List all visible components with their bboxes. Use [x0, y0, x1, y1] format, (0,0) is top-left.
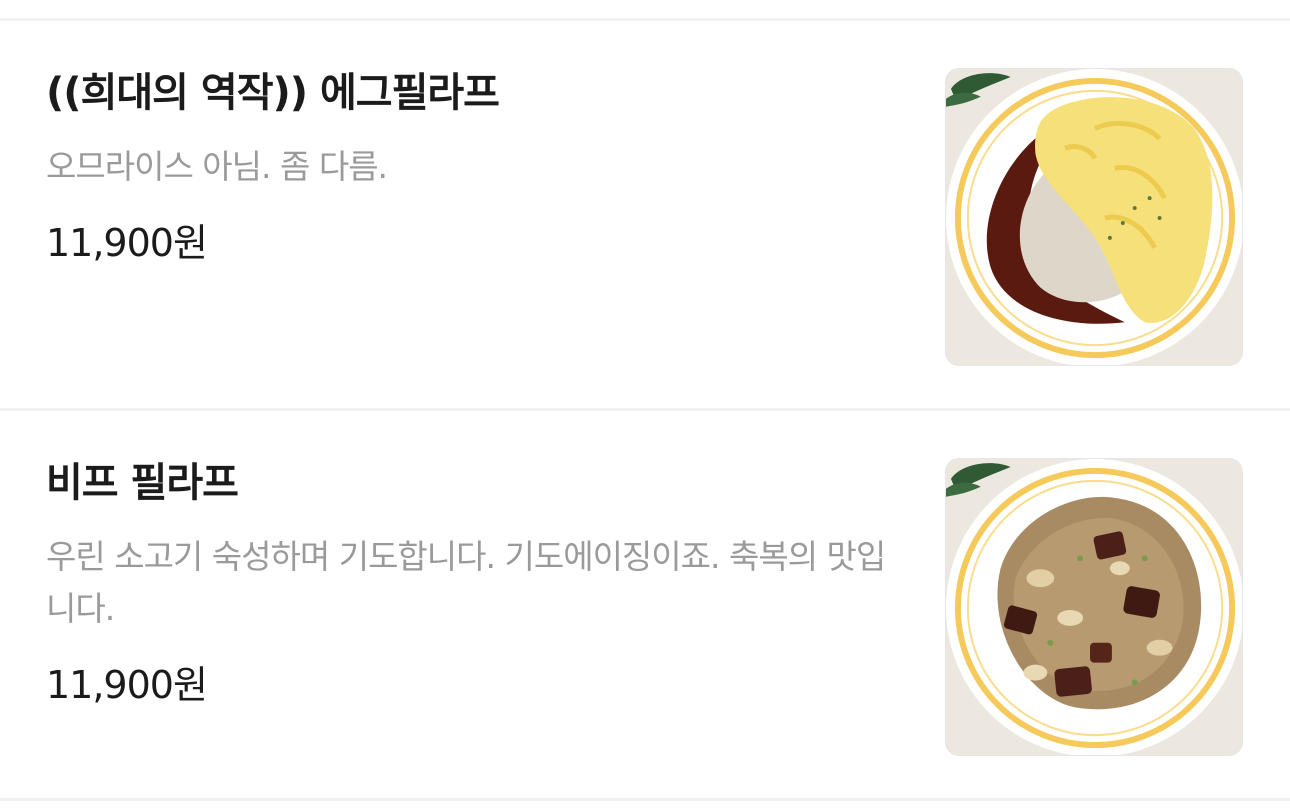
menu-item-egg-pilaf[interactable]: ((희대의 역작)) 에그필라프 오므라이스 아님. 좀 다름. 11,900원: [0, 21, 1290, 411]
menu-item-name: ((희대의 역작)) 에그필라프: [46, 70, 500, 116]
menu-item-name: 비프 필라프: [46, 460, 239, 506]
menu-item-beef-pilaf[interactable]: 비프 필라프 우린 소고기 숙성하며 기도합니다. 기도에이징이죠. 축복의 맛…: [0, 411, 1290, 801]
menu-item-description: 우린 소고기 숙성하며 기도합니다. 기도에이징이죠. 축복의 맛입니다.: [46, 537, 886, 628]
menu-item-price: 11,900원: [46, 221, 208, 265]
menu-item-description: 오므라이스 아님. 좀 다름.: [46, 147, 388, 186]
menu-item-price: 11,900원: [46, 663, 208, 707]
egg-pilaf-illustration: [946, 69, 1242, 365]
beef-pilaf-photo[interactable]: [945, 458, 1243, 756]
egg-pilaf-photo[interactable]: [945, 68, 1243, 366]
menu-item-info: ((희대의 역작)) 에그필라프 오므라이스 아님. 좀 다름. 11,900원: [46, 67, 896, 267]
bottom-divider: [0, 798, 1290, 801]
menu-item-info: 비프 필라프 우린 소고기 숙성하며 기도합니다. 기도에이징이죠. 축복의 맛…: [46, 457, 896, 709]
beef-pilaf-illustration: [946, 459, 1242, 755]
